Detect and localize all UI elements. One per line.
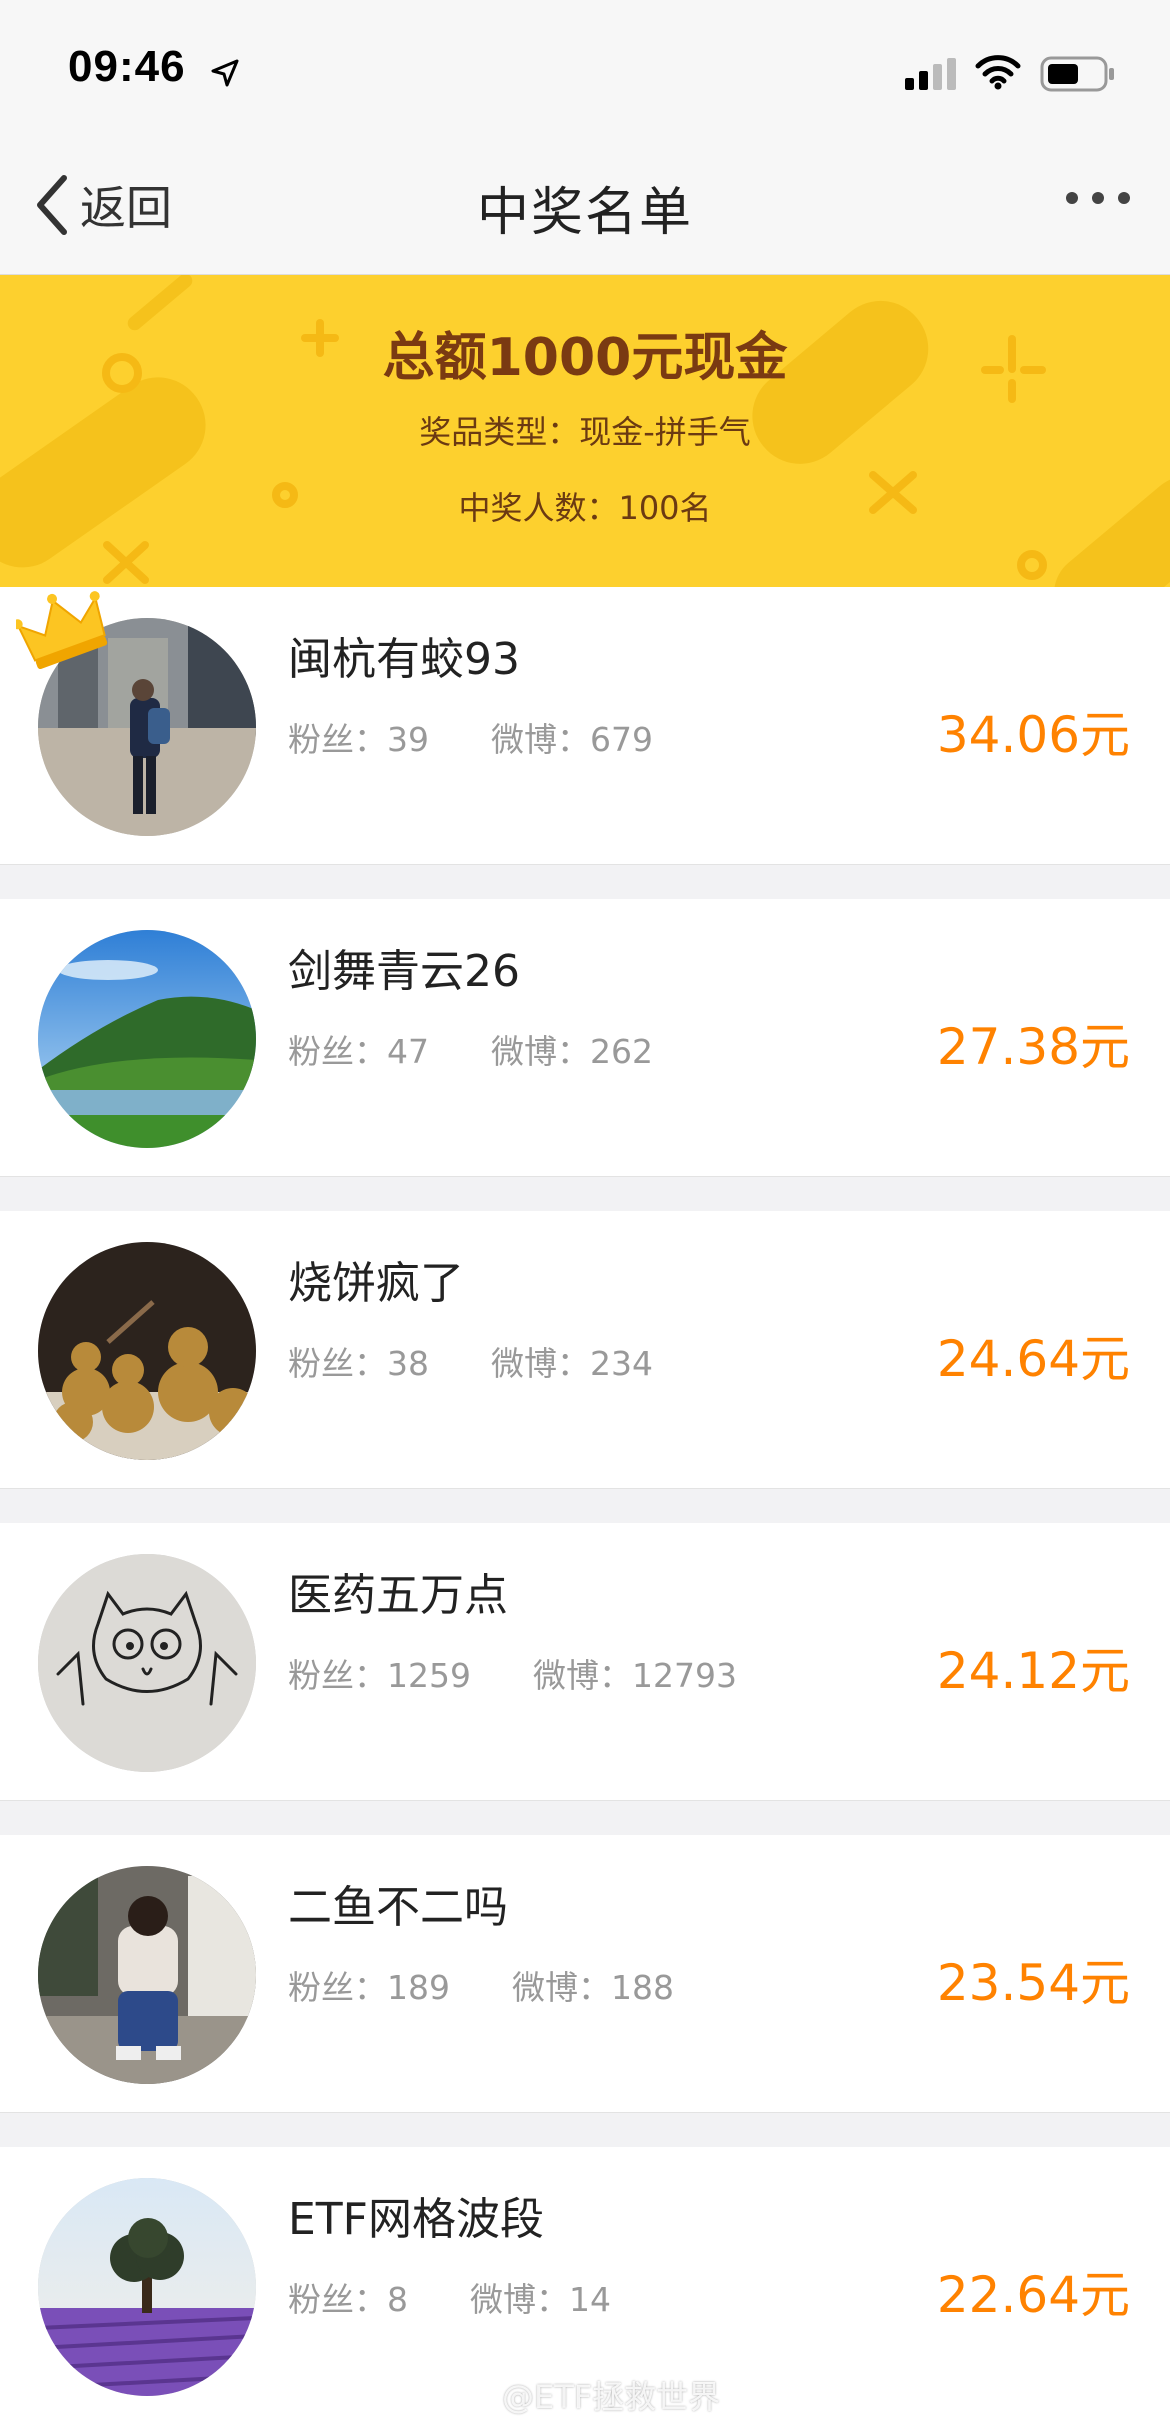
prize-amount: 22.64元 [936,2266,1130,2324]
winner-name[interactable]: 烧饼疯了 [288,1247,464,1311]
more-dot-icon [1066,192,1078,204]
winner-row[interactable]: 剑舞青云26 粉丝：47 微博：262 27.38元 [0,899,1170,1177]
prize-amount: 34.06元 [936,706,1130,764]
avatar-image [38,930,256,1148]
prize-total: 总额1000元现金 [382,328,788,388]
avatar[interactable] [38,930,256,1148]
winner-name[interactable]: ETF网格波段 [288,2183,544,2247]
winner-stats: 粉丝：38 微博：234 [288,1337,653,1385]
winner-stats: 粉丝：39 微博：679 [288,713,653,761]
avatar[interactable] [38,1866,256,2084]
navigation-bar: 返回 中奖名单 [0,130,1170,275]
location-arrow-icon [211,59,239,87]
status-time: 09:46 [68,42,186,91]
weibo-count: 微博：12793 [532,1656,737,1695]
prize-amount: 27.38元 [936,1018,1130,1076]
avatar[interactable] [38,2178,256,2396]
fans-count: 粉丝：189 [288,1968,450,2007]
weibo-count: 微博：679 [491,720,653,759]
winner-row[interactable]: 二鱼不二吗 粉丝：189 微博：188 23.54元 [0,1835,1170,2113]
signal-icon [905,58,956,90]
avatar-image [38,1242,256,1460]
page-title: 中奖名单 [476,183,693,243]
wifi-icon [975,55,1021,90]
weibo-count: 微博：188 [512,1968,674,2007]
prize-amount: 24.12元 [936,1642,1130,1700]
winner-stats: 粉丝：8 微博：14 [288,2273,611,2321]
avatar-image [38,1554,256,1772]
more-dot-icon [1092,192,1104,204]
winner-row[interactable]: 闽杭有蛟93 粉丝：39 微博：679 34.06元 [0,587,1170,865]
winner-stats: 粉丝：47 微博：262 [288,1025,653,1073]
fans-count: 粉丝：1259 [288,1656,471,1695]
status-bar: 09:46 [0,0,1170,130]
prize-banner: 总额1000元现金 奖品类型：现金-拼手气 中奖人数：100名 [0,275,1170,587]
prize-amount: 23.54元 [936,1954,1130,2012]
watermark: @ETF拯救世界 [452,2372,720,2418]
avatar-image [38,1866,256,2084]
winner-name[interactable]: 剑舞青云26 [288,935,520,999]
watermark-text: @ETF拯救世界 [502,2378,721,2416]
avatar[interactable] [38,1242,256,1460]
winner-name[interactable]: 医药五万点 [288,1559,508,1623]
crown-icon [16,591,108,669]
winner-row[interactable]: 医药五万点 粉丝：1259 微博：12793 24.12元 [0,1523,1170,1801]
winner-count: 中奖人数：100名 [458,489,712,527]
more-options-button[interactable] [1066,192,1130,204]
fans-count: 粉丝：47 [288,1032,429,1071]
winner-row[interactable]: 烧饼疯了 粉丝：38 微博：234 24.64元 [0,1211,1170,1489]
weibo-count: 微博：234 [491,1344,653,1383]
prize-type: 奖品类型：现金-拼手气 [419,413,751,451]
winner-name[interactable]: 闽杭有蛟93 [288,623,520,687]
avatar-image [38,2178,256,2396]
fans-count: 粉丝：39 [288,720,429,759]
winner-stats: 粉丝：1259 微博：12793 [288,1649,737,1697]
prize-amount: 24.64元 [936,1330,1130,1388]
avatar[interactable] [38,1554,256,1772]
winner-stats: 粉丝：189 微博：188 [288,1961,674,2009]
fans-count: 粉丝：8 [288,2280,408,2319]
weibo-count: 微博：14 [470,2280,611,2319]
winner-name[interactable]: 二鱼不二吗 [288,1871,508,1935]
more-dot-icon [1118,192,1130,204]
weibo-logo-icon [452,2380,494,2412]
fans-count: 粉丝：38 [288,1344,429,1383]
battery-icon [1040,56,1114,92]
weibo-count: 微博：262 [491,1032,653,1071]
